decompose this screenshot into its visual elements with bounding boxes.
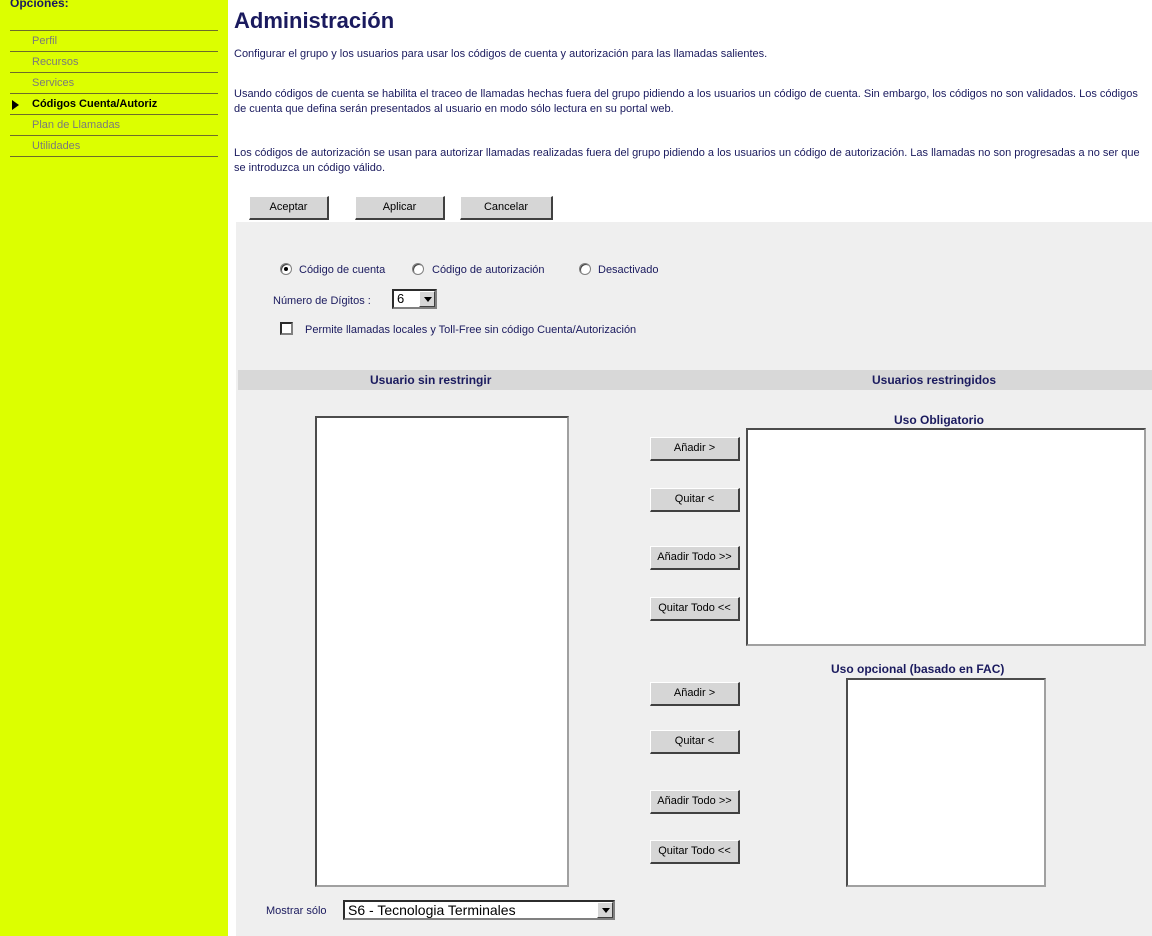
- sidebar-item-recursos[interactable]: Recursos: [10, 51, 218, 72]
- radio-authorization-code-label: Código de autorización: [432, 264, 545, 276]
- radio-authorization-code[interactable]: [412, 263, 424, 275]
- sidebar-item-perfil[interactable]: Perfil: [10, 30, 218, 51]
- radio-disabled[interactable]: [579, 263, 591, 275]
- optional-add-all-button[interactable]: Añadir Todo >>: [650, 790, 740, 814]
- sidebar-item-codigos[interactable]: Códigos Cuenta/Autoriz: [10, 93, 218, 114]
- authorization-codes-text: Los códigos de autorización se usan para…: [234, 147, 1140, 174]
- show-only-value: S6 - Tecnologia Terminales: [348, 902, 516, 918]
- digits-value: 6: [397, 291, 405, 306]
- sidebar-item-services[interactable]: Services: [10, 72, 218, 93]
- chevron-down-icon[interactable]: [419, 291, 435, 307]
- sidebar-menu: Perfil Recursos Services Códigos Cuenta/…: [10, 30, 218, 157]
- chevron-down-icon[interactable]: [597, 902, 613, 918]
- optional-users-list[interactable]: [846, 678, 1046, 887]
- restricted-header: Usuarios restringidos: [872, 373, 997, 387]
- radio-disabled-label: Desactivado: [598, 264, 659, 276]
- show-only-label: Mostrar sólo: [266, 905, 327, 917]
- account-codes-text: Usando códigos de cuenta se habilita el …: [234, 88, 1138, 115]
- mandatory-users-list[interactable]: [746, 428, 1146, 646]
- arrow-right-icon: [12, 100, 19, 110]
- sidebar-item-plan-llamadas[interactable]: Plan de Llamadas: [10, 114, 218, 135]
- local-tollfree-label: Permite llamadas locales y Toll-Free sin…: [305, 324, 637, 336]
- accept-button[interactable]: Aceptar: [249, 196, 329, 220]
- mandatory-header: Uso Obligatorio: [894, 413, 984, 427]
- digits-select[interactable]: 6: [392, 289, 437, 309]
- show-only-select[interactable]: S6 - Tecnologia Terminales: [343, 900, 615, 920]
- optional-remove-all-button[interactable]: Quitar Todo <<: [650, 840, 740, 864]
- mandatory-add-button[interactable]: Añadir >: [650, 437, 740, 461]
- unrestricted-users-list[interactable]: [315, 416, 569, 887]
- intro-text: Configurar el grupo y los usuarios para …: [234, 48, 768, 60]
- radio-account-code[interactable]: [280, 263, 292, 275]
- page-title: Administración: [234, 8, 395, 33]
- radio-account-code-label: Código de cuenta: [299, 264, 386, 276]
- sidebar-item-utilidades[interactable]: Utilidades: [10, 135, 218, 157]
- mandatory-add-all-button[interactable]: Añadir Todo >>: [650, 546, 740, 570]
- local-tollfree-checkbox[interactable]: [280, 322, 293, 335]
- optional-header: Uso opcional (basado en FAC): [831, 662, 1005, 676]
- options-title: Opciones:: [10, 0, 69, 10]
- optional-add-button[interactable]: Añadir >: [650, 682, 740, 706]
- cancel-button[interactable]: Cancelar: [460, 196, 553, 220]
- sidebar: Opciones: Perfil Recursos Services Códig…: [0, 0, 228, 936]
- unrestricted-header: Usuario sin restringir: [370, 373, 492, 387]
- optional-remove-button[interactable]: Quitar <: [650, 730, 740, 754]
- mandatory-remove-all-button[interactable]: Quitar Todo <<: [650, 597, 740, 621]
- apply-button[interactable]: Aplicar: [355, 196, 445, 220]
- digits-label: Número de Dígitos :: [273, 295, 371, 307]
- sidebar-item-label: Códigos Cuenta/Autoriz: [32, 98, 158, 110]
- mandatory-remove-button[interactable]: Quitar <: [650, 488, 740, 512]
